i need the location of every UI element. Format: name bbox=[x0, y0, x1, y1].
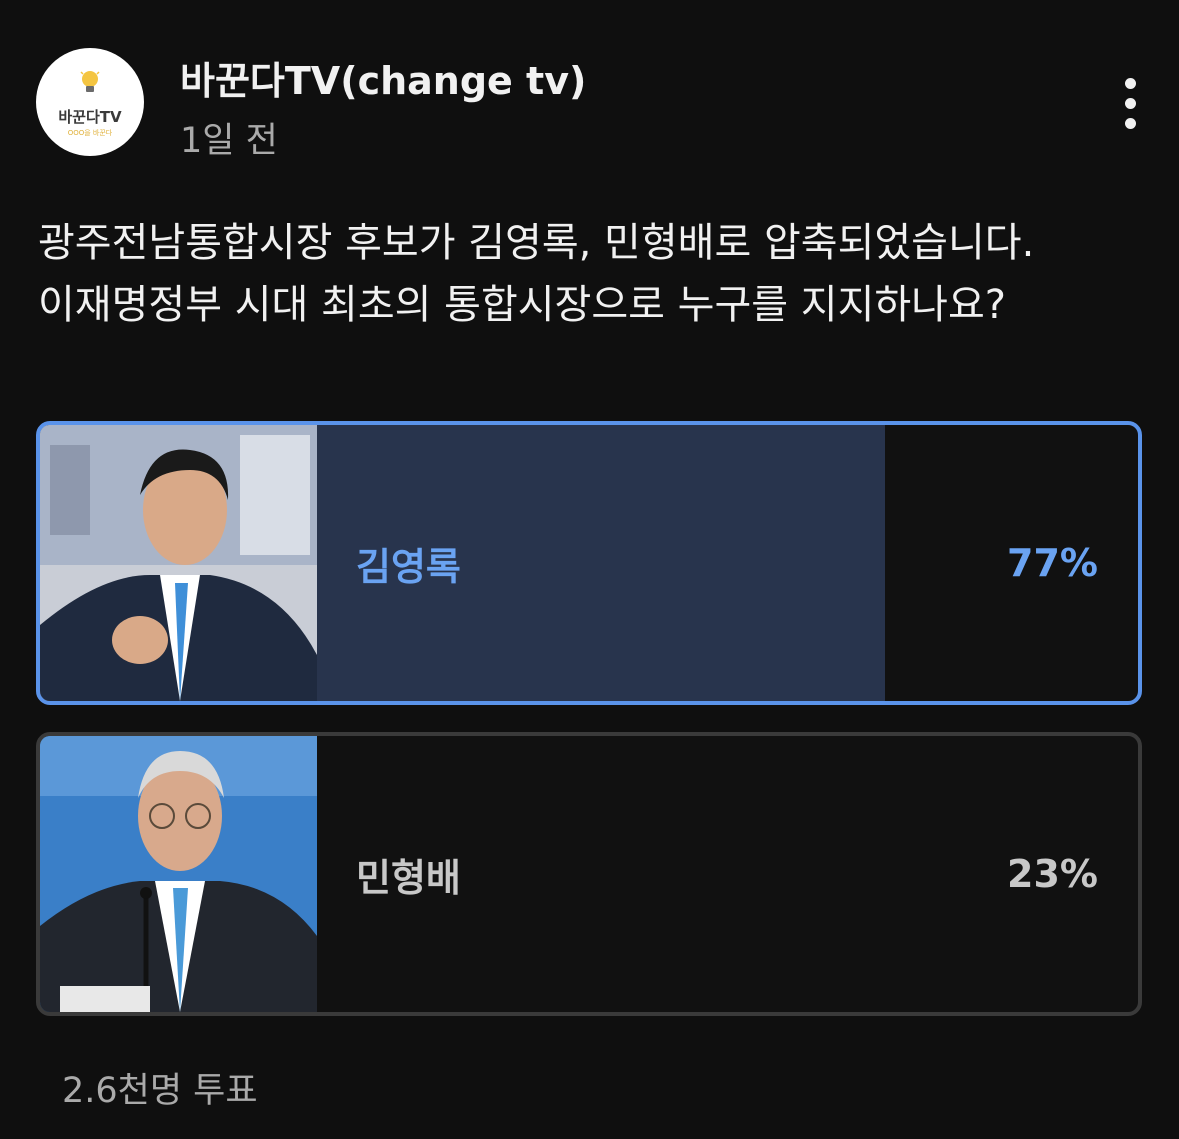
lightbulb-icon bbox=[80, 71, 100, 92]
poll-option-percent: 77% bbox=[1007, 541, 1098, 585]
poll-option-2[interactable]: 민형배 23% bbox=[36, 732, 1142, 1016]
candidate-photo bbox=[40, 736, 317, 1012]
poll-option-label: 민형배 bbox=[356, 855, 461, 900]
poll-option-label: 김영록 bbox=[356, 544, 461, 589]
candidate-photo bbox=[40, 425, 317, 701]
poll-question: 광주전남통합시장 후보가 김영록, 민형배로 압축되었습니다. 이재명정부 시대… bbox=[38, 220, 1035, 328]
more-vert-icon[interactable] bbox=[1116, 78, 1146, 130]
channel-name[interactable]: 바꾼다TV(change tv) bbox=[180, 50, 586, 105]
vote-count: 2.6천명 투표 bbox=[62, 1071, 258, 1111]
post-header: 바꾼다TV OOO을 바꾼다 바꾼다TV(change tv) 1일 전 bbox=[36, 48, 1146, 161]
logo-text: 바꾼다TV bbox=[58, 108, 122, 126]
channel-avatar[interactable]: 바꾼다TV OOO을 바꾼다 bbox=[36, 48, 144, 156]
poll-option-1[interactable]: 김영록 77% bbox=[36, 421, 1142, 705]
poll-option-percent: 23% bbox=[1007, 852, 1098, 896]
logo-subtext: OOO을 바꾼다 bbox=[67, 129, 113, 137]
post-time: 1일 전 bbox=[180, 121, 278, 161]
